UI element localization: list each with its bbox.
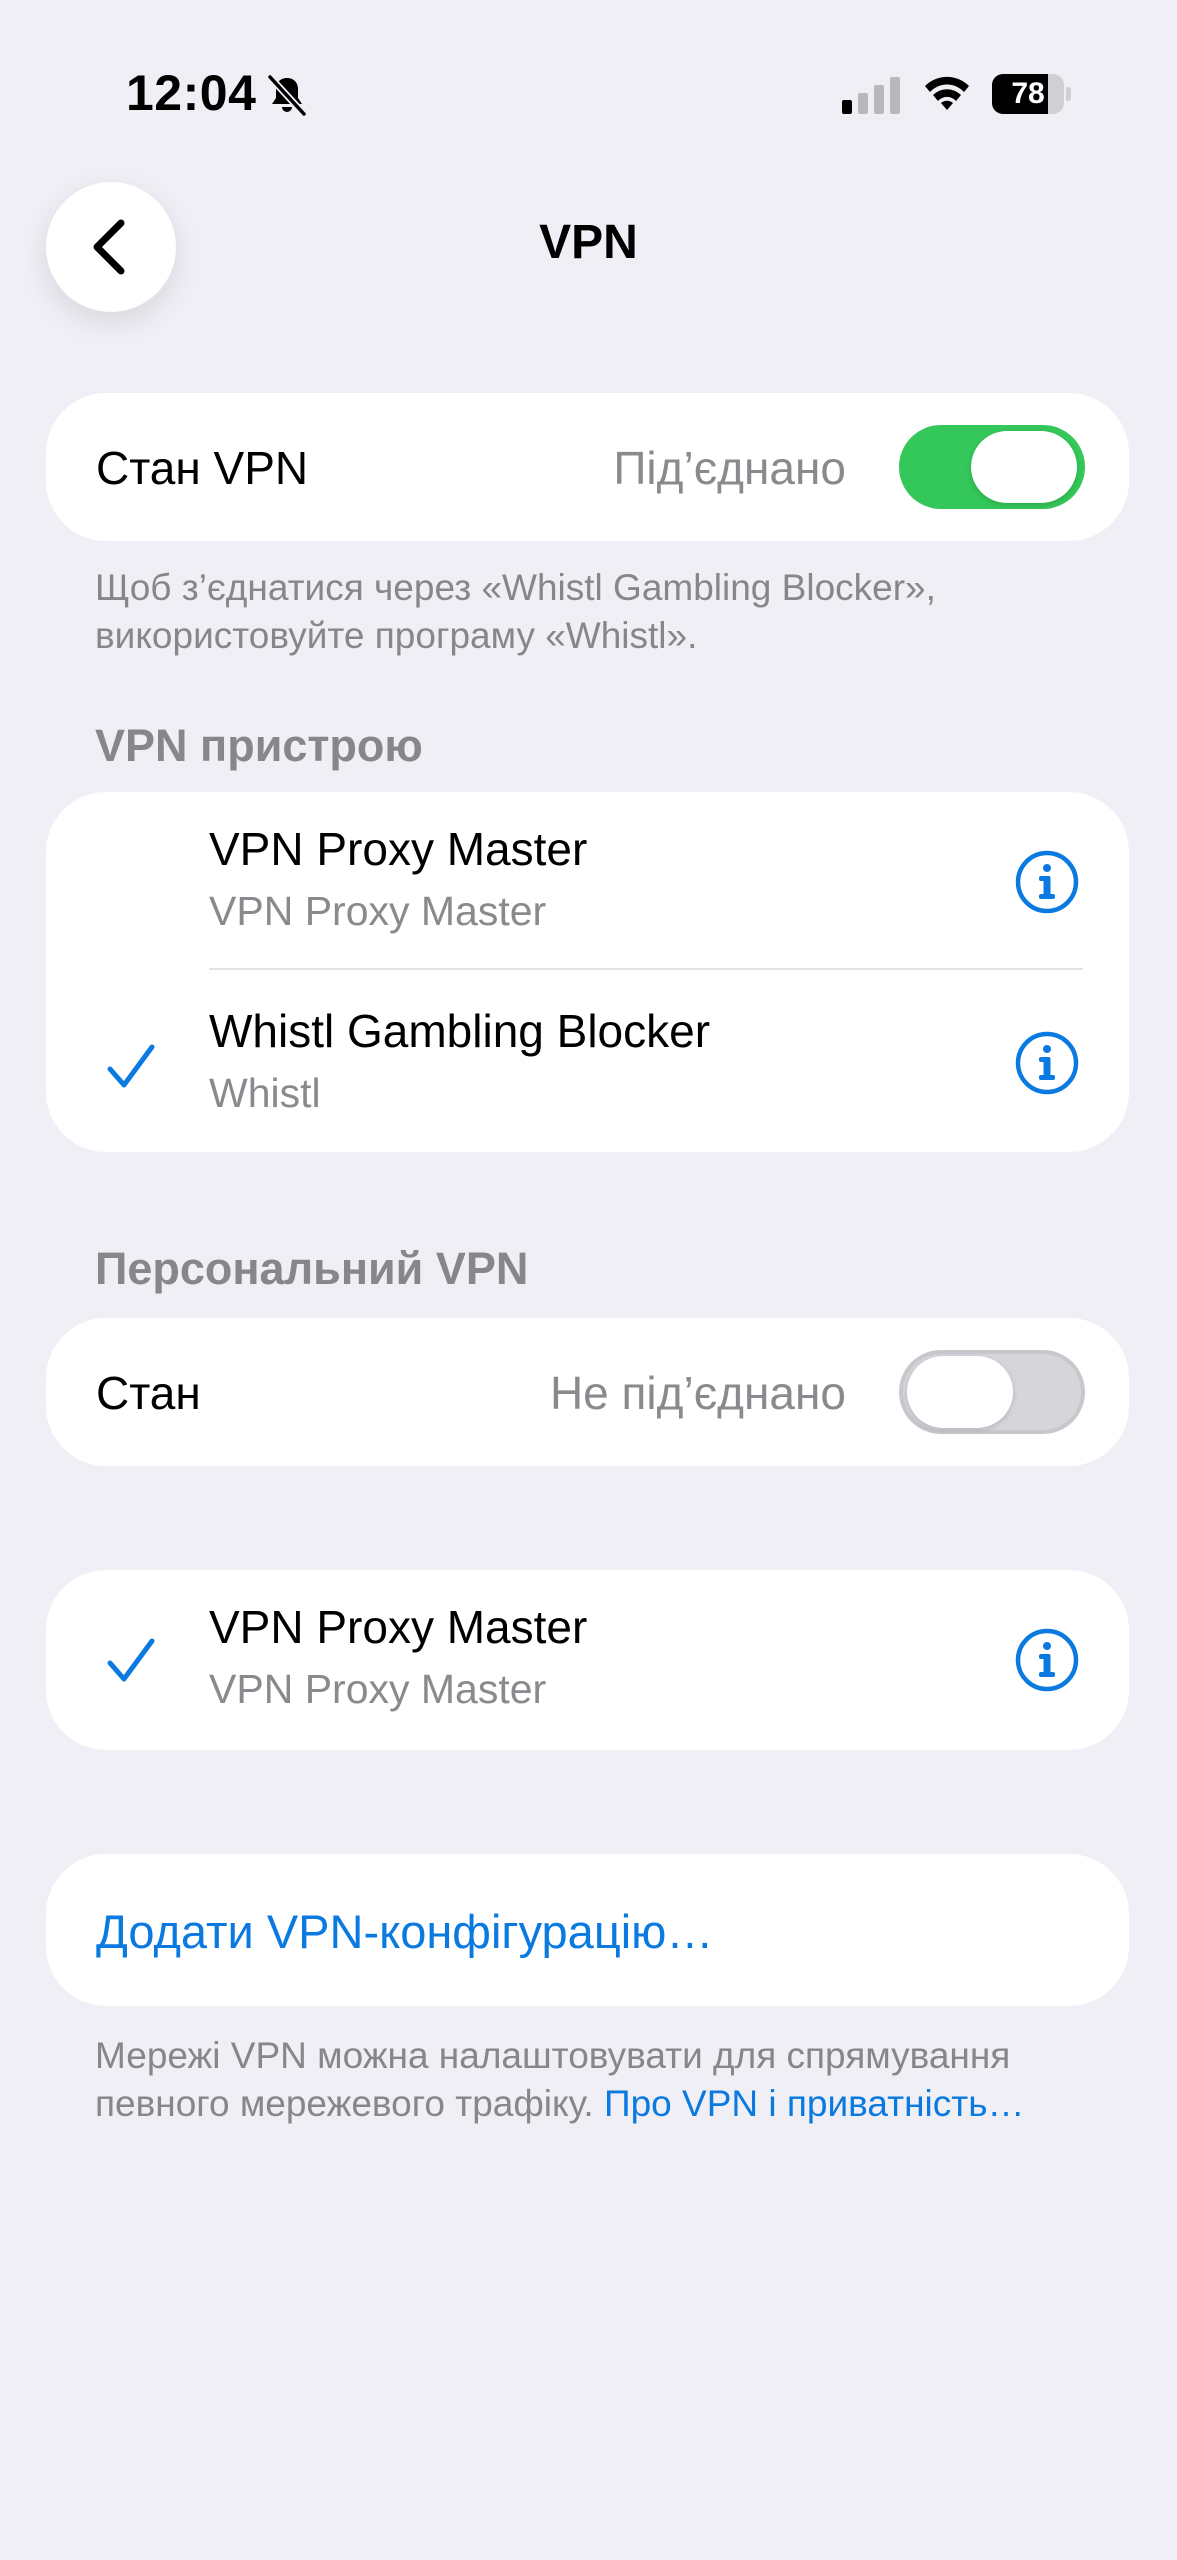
- personal-vpn-status-card: Стан Не під’єднано: [46, 1318, 1129, 1466]
- checkmark-icon: [107, 1044, 155, 1088]
- vpn-status-card: Стан VPN Під’єднано: [46, 393, 1129, 541]
- device-vpn-card: VPN Proxy Master VPN Proxy Master Whistl…: [46, 792, 1129, 1152]
- signal-icon: [842, 77, 900, 114]
- info-icon[interactable]: [1014, 1627, 1080, 1693]
- status-bar: 12:04 78: [0, 0, 1177, 190]
- list-item-personal-vpn-proxy-master[interactable]: VPN Proxy Master VPN Proxy Master: [46, 1570, 1129, 1750]
- vpn-item-subtitle: VPN Proxy Master: [209, 888, 547, 934]
- footer-note: Мережі VPN можна налаштовувати для спрям…: [95, 2032, 1115, 2128]
- vpn-item-subtitle: Whistl: [209, 1070, 321, 1116]
- add-vpn-config-card: Додати VPN-конфігурацію…: [46, 1854, 1129, 2006]
- vpn-status-note: Щоб з’єднатися через «Whistl Gambling Bl…: [95, 567, 936, 656]
- vpn-status-label: Стан VPN: [96, 442, 309, 494]
- wifi-icon: [925, 76, 969, 110]
- personal-vpn-status-value: Не під’єднано: [549, 1367, 846, 1419]
- info-icon[interactable]: [1014, 849, 1080, 915]
- personal-vpn-toggle[interactable]: [899, 1350, 1085, 1434]
- personal-vpn-status-label: Стан: [96, 1367, 201, 1419]
- toggle-knob: [971, 431, 1077, 503]
- vpn-status-value: Під’єднано: [613, 442, 846, 494]
- personal-vpn-list-card: VPN Proxy Master VPN Proxy Master: [46, 1570, 1129, 1750]
- battery-level: 78: [1011, 77, 1045, 110]
- vpn-status-toggle[interactable]: [899, 425, 1085, 509]
- privacy-link[interactable]: Про VPN і приватність…: [604, 2083, 1025, 2124]
- vpn-item-subtitle: VPN Proxy Master: [209, 1666, 547, 1712]
- personal-vpn-header: Персональний VPN: [95, 1243, 529, 1294]
- vpn-settings-screen: 12:04 78 VPN Стан VPN Під’єднано Щоб з’є…: [0, 0, 1177, 2560]
- battery-icon: 78: [992, 74, 1072, 114]
- vpn-item-title: VPN Proxy Master: [209, 823, 588, 875]
- bell-slash-icon: [267, 74, 307, 117]
- vpn-item-title: Whistl Gambling Blocker: [209, 1005, 711, 1057]
- checkmark-icon: [107, 1638, 155, 1682]
- info-icon[interactable]: [1014, 1030, 1080, 1096]
- add-vpn-config-button[interactable]: Додати VPN-конфігурацію…: [96, 1904, 713, 1959]
- toggle-knob: [907, 1356, 1013, 1428]
- list-item-whistl[interactable]: Whistl Gambling Blocker Whistl: [46, 972, 1129, 1152]
- device-vpn-header: VPN пристрою: [95, 720, 423, 771]
- status-time: 12:04: [126, 65, 257, 121]
- list-item-vpn-proxy-master[interactable]: VPN Proxy Master VPN Proxy Master: [46, 792, 1129, 972]
- page-title: VPN: [539, 216, 638, 269]
- vpn-item-title: VPN Proxy Master: [209, 1601, 588, 1653]
- row-divider: [209, 968, 1083, 970]
